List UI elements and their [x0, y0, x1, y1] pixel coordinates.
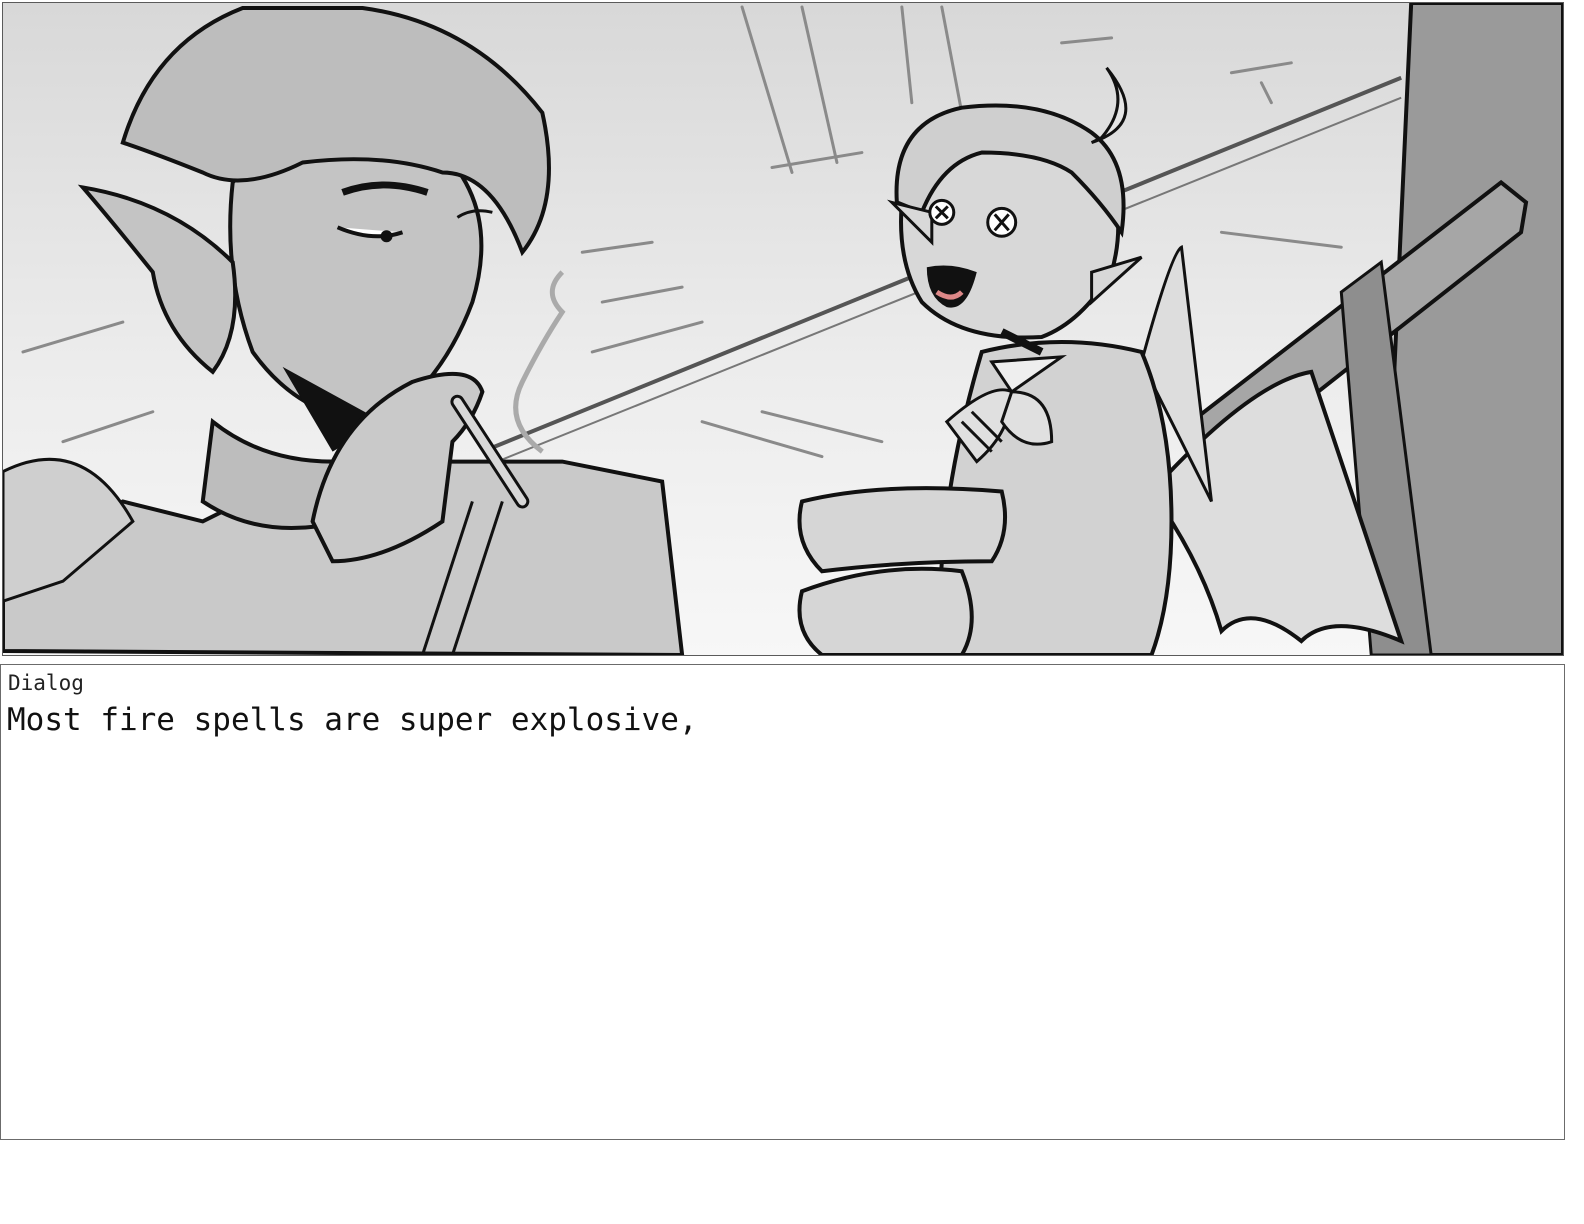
storyboard-sketch-icon	[3, 3, 1563, 655]
dialog-box: Dialog Most fire spells are super explos…	[0, 664, 1565, 1140]
dialog-label: Dialog	[8, 671, 84, 695]
storyboard-panel	[2, 2, 1564, 656]
dialog-text: Most fire spells are super explosive,	[7, 702, 698, 738]
